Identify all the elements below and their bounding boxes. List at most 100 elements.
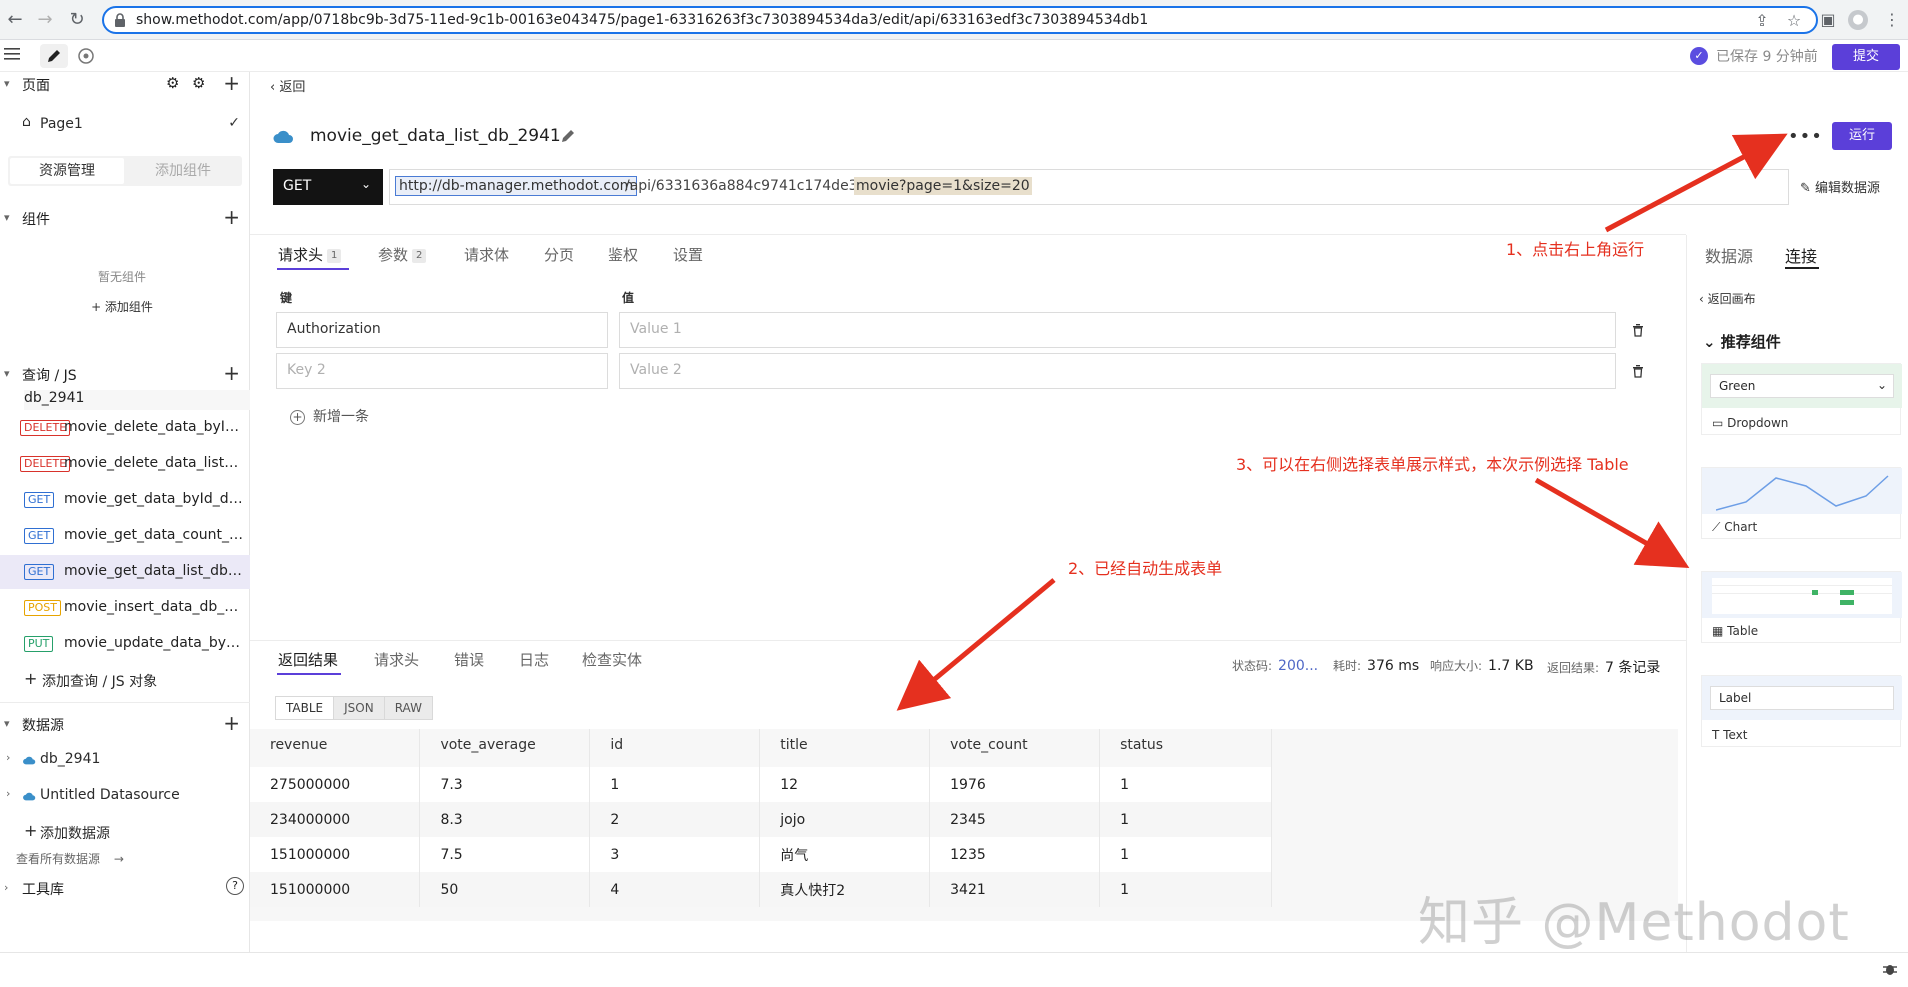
sidepanel-icon[interactable]: ▣ [1818, 10, 1838, 30]
view-all-datasources-link[interactable]: 查看所有数据源 → [16, 850, 124, 867]
add-component-icon[interactable]: + [223, 205, 240, 229]
hamburger-menu-icon[interactable] [4, 47, 20, 61]
help-icon[interactable]: ? [226, 877, 244, 895]
column-header[interactable]: revenue [250, 729, 421, 767]
url-base-token[interactable]: http://db-manager.methodot.com [395, 176, 638, 196]
components-section-header[interactable]: ▾ 组件 + [0, 202, 250, 234]
back-link[interactable]: ‹ 返回 [270, 76, 305, 95]
tab-connect[interactable]: 连接 [1785, 243, 1817, 267]
queries-section-header[interactable]: ▾ 查询 / JS + [0, 358, 250, 390]
query-item[interactable]: GET movie_get_data_count_d... [0, 519, 250, 553]
header-value-field[interactable]: Value 2 [619, 353, 1616, 389]
datasources-section-header[interactable]: ▾ 数据源 + [0, 708, 250, 740]
page-item[interactable]: ⌂ Page1 ✓ [0, 108, 250, 142]
more-options-icon[interactable]: ••• [1788, 126, 1823, 147]
query-item[interactable]: DELETE movie_delete_data_list_d... [0, 447, 250, 481]
add-component-tab[interactable]: 添加组件 [126, 158, 240, 184]
chevron-right-icon[interactable]: › [4, 881, 8, 894]
column-header[interactable]: vote_average [419, 729, 591, 767]
tab-params[interactable]: 参数 2 [378, 244, 427, 265]
tab-datasource[interactable]: 数据源 [1705, 243, 1753, 267]
tab-response-headers[interactable]: 请求头 [374, 649, 419, 670]
method-select[interactable]: GET ⌄ [273, 169, 383, 205]
add-query-icon[interactable]: + [223, 361, 240, 385]
bookmark-star-icon[interactable]: ☆ [1784, 11, 1804, 31]
profile-avatar-icon[interactable]: ● [1848, 10, 1868, 30]
tab-headers[interactable]: 请求头 1 [278, 244, 342, 265]
add-query-link[interactable]: + 添加查询 / JS 对象 [0, 663, 250, 697]
address-bar[interactable]: show.methodot.com/app/0718bc9b-3d75-11ed… [102, 6, 1818, 34]
view-raw-button[interactable]: RAW [383, 697, 432, 719]
share-icon[interactable]: ⇪ [1752, 11, 1772, 31]
chevron-down-icon[interactable]: ▾ [4, 211, 10, 224]
column-header[interactable]: status [1099, 729, 1272, 767]
kebab-menu-icon[interactable]: ⋮ [1882, 10, 1902, 30]
chevron-right-icon[interactable]: › [6, 751, 10, 764]
header-key-field[interactable]: Key 2 [276, 353, 608, 389]
column-header[interactable]: id [589, 729, 761, 767]
api-name[interactable]: movie_get_data_list_db_2941 [310, 126, 561, 146]
chevron-down-icon[interactable]: ▾ [4, 717, 10, 730]
tab-results[interactable]: 返回结果 [278, 649, 338, 670]
table-row[interactable]: 234000000 8.3 2 jojo 2345 1 [250, 802, 1272, 837]
preview-eye-icon[interactable] [76, 47, 96, 65]
query-item[interactable]: GET movie_get_data_byId_db... [0, 483, 250, 517]
add-datasource-icon[interactable]: + [223, 711, 240, 735]
run-button[interactable]: 运行 [1832, 122, 1892, 150]
tab-inspect[interactable]: 检查实体 [582, 649, 642, 670]
settings-gear-icon[interactable]: ⚙ [192, 74, 205, 92]
reload-icon[interactable]: ↻ [66, 9, 88, 31]
url-input[interactable]: http://db-manager.methodot.com /api/6331… [389, 169, 1789, 205]
back-arrow-icon[interactable]: ← [4, 9, 26, 31]
status-value[interactable]: 200... [1278, 658, 1318, 674]
tab-settings[interactable]: 设置 [673, 244, 703, 265]
widget-dropdown[interactable]: Green ⌄ ▭ Dropdown [1701, 363, 1902, 435]
query-item-active[interactable]: GET movie_get_data_list_db_... [0, 555, 250, 589]
header-value-field[interactable]: Value 1 [619, 312, 1616, 348]
tab-logs[interactable]: 日志 [519, 649, 549, 670]
column-header[interactable]: title [759, 729, 931, 767]
add-page-icon[interactable]: + [223, 71, 240, 95]
column-header[interactable]: vote_count [929, 729, 1101, 767]
table-row[interactable]: 275000000 7.3 1 12 1976 1 [250, 767, 1272, 802]
query-item[interactable]: DELETE movie_delete_data_byId_... [0, 411, 250, 445]
recommended-components-header[interactable]: ⌄ 推荐组件 [1703, 331, 1781, 352]
tab-auth[interactable]: 鉴权 [608, 244, 638, 265]
tab-body[interactable]: 请求体 [464, 244, 509, 265]
settings-gear-icon[interactable]: ⚙ [166, 74, 179, 92]
widget-table[interactable]: ▦ Table [1701, 571, 1902, 643]
trash-icon[interactable] [1631, 323, 1645, 337]
chevron-right-icon[interactable]: › [6, 787, 10, 800]
queries-title: 查询 / JS [22, 368, 77, 384]
query-item[interactable]: PUT movie_update_data_byId... [0, 627, 250, 661]
edit-mode-button[interactable] [40, 44, 68, 68]
datasource-item[interactable]: › Untitled Datasource [0, 779, 250, 813]
edit-datasource-link[interactable]: ✎ 编辑数据源 [1800, 177, 1880, 196]
view-table-button[interactable]: TABLE [276, 697, 334, 719]
header-key-field[interactable]: Authorization [276, 312, 608, 348]
widget-chart[interactable]: ⟋ Chart [1701, 467, 1902, 539]
view-json-button[interactable]: JSON [333, 697, 384, 719]
datasource-item[interactable]: › db_2941 [0, 743, 250, 777]
add-component-link[interactable]: + 添加组件 [0, 298, 244, 315]
query-item[interactable]: POST movie_insert_data_db_2941 [0, 591, 250, 625]
submit-button[interactable]: 提交 [1832, 44, 1900, 70]
tab-pagination[interactable]: 分页 [544, 244, 574, 265]
tab-errors[interactable]: 错误 [454, 649, 484, 670]
chevron-down-icon[interactable]: ▾ [4, 77, 10, 90]
pages-section-header[interactable]: ▾ 页面 ⚙ ⚙ + [0, 68, 250, 100]
toolbox-section-header[interactable]: › 工具库 ? [0, 872, 250, 904]
add-row-button[interactable]: + 新增一条 [290, 406, 369, 426]
table-row[interactable]: 151000000 50 4 真人快打2 3421 1 [250, 872, 1272, 907]
widget-text[interactable]: Label T Text [1701, 675, 1902, 747]
chevron-down-icon[interactable]: ▾ [4, 367, 10, 380]
table-row[interactable]: 151000000 7.5 3 尚气 1235 1 [250, 837, 1272, 872]
resource-tab[interactable]: 资源管理 [10, 158, 124, 184]
bug-icon[interactable] [1882, 961, 1898, 977]
trash-icon[interactable] [1631, 364, 1645, 378]
table-cell: 234000000 [250, 802, 421, 837]
rename-pencil-icon[interactable] [560, 128, 576, 144]
add-datasource-link[interactable]: + 添加数据源 [0, 815, 250, 849]
back-to-canvas-link[interactable]: ‹ 返回画布 [1699, 290, 1756, 307]
forward-arrow-icon[interactable]: → [34, 9, 56, 31]
